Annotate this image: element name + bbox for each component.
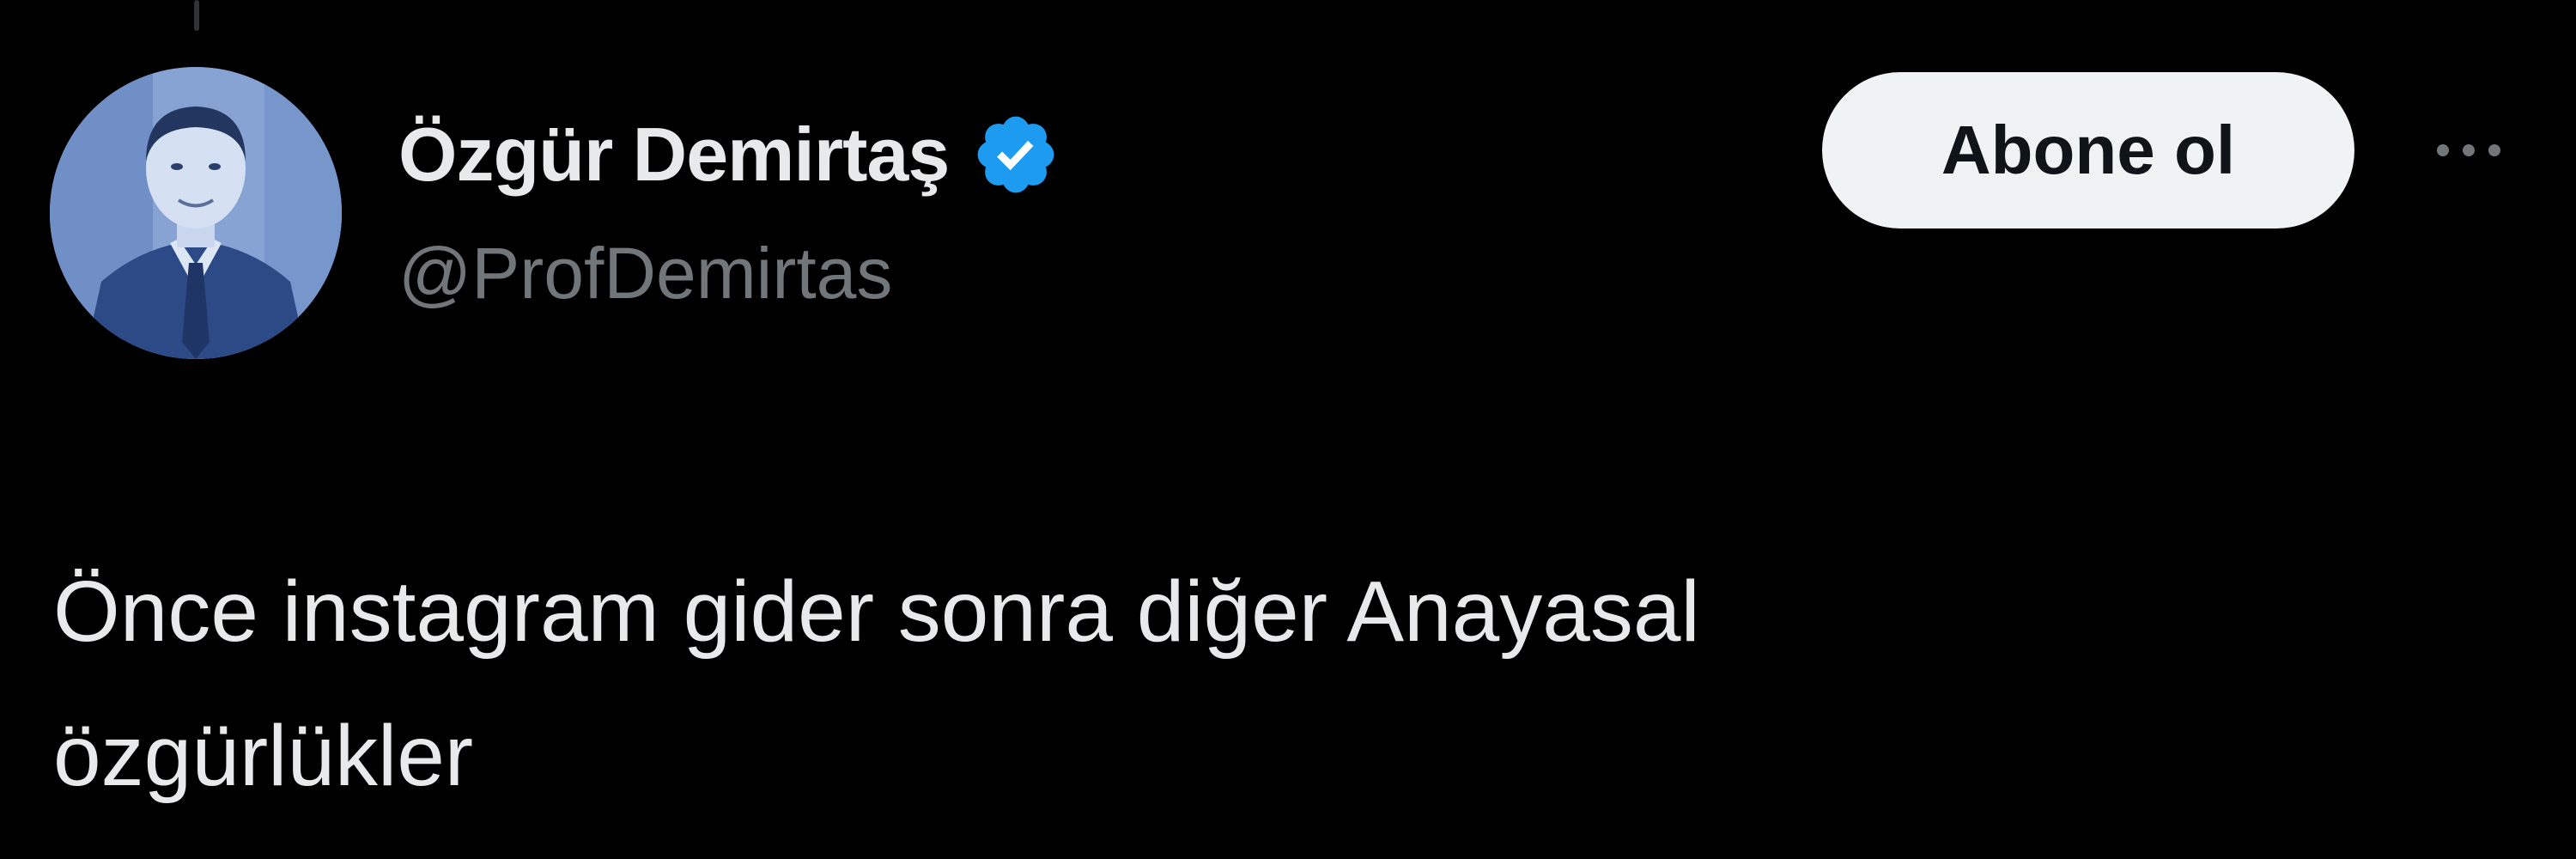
author-handle[interactable]: @ProfDemirtas — [398, 232, 892, 315]
more-dot — [2488, 144, 2500, 156]
tweet-text-line: Önce instagram gider sonra diğer Anayasa… — [53, 564, 1700, 660]
tweet-text: Önce instagram gider sonra diğer Anayasa… — [53, 539, 2458, 828]
author-name-row: Özgür Demirtaş — [398, 107, 1060, 203]
more-options-icon[interactable] — [2413, 112, 2524, 189]
avatar[interactable] — [50, 67, 342, 359]
more-dot — [2437, 144, 2449, 156]
tweet-text-line: özgürlükler — [53, 708, 474, 804]
follow-button[interactable]: Abone ol — [1822, 72, 2354, 228]
verified-badge-icon[interactable] — [971, 110, 1060, 199]
author-display-name[interactable]: Özgür Demirtaş — [398, 111, 950, 198]
thread-connector-line — [194, 0, 199, 31]
more-dot — [2463, 144, 2475, 156]
profile-photo-icon — [50, 67, 342, 359]
